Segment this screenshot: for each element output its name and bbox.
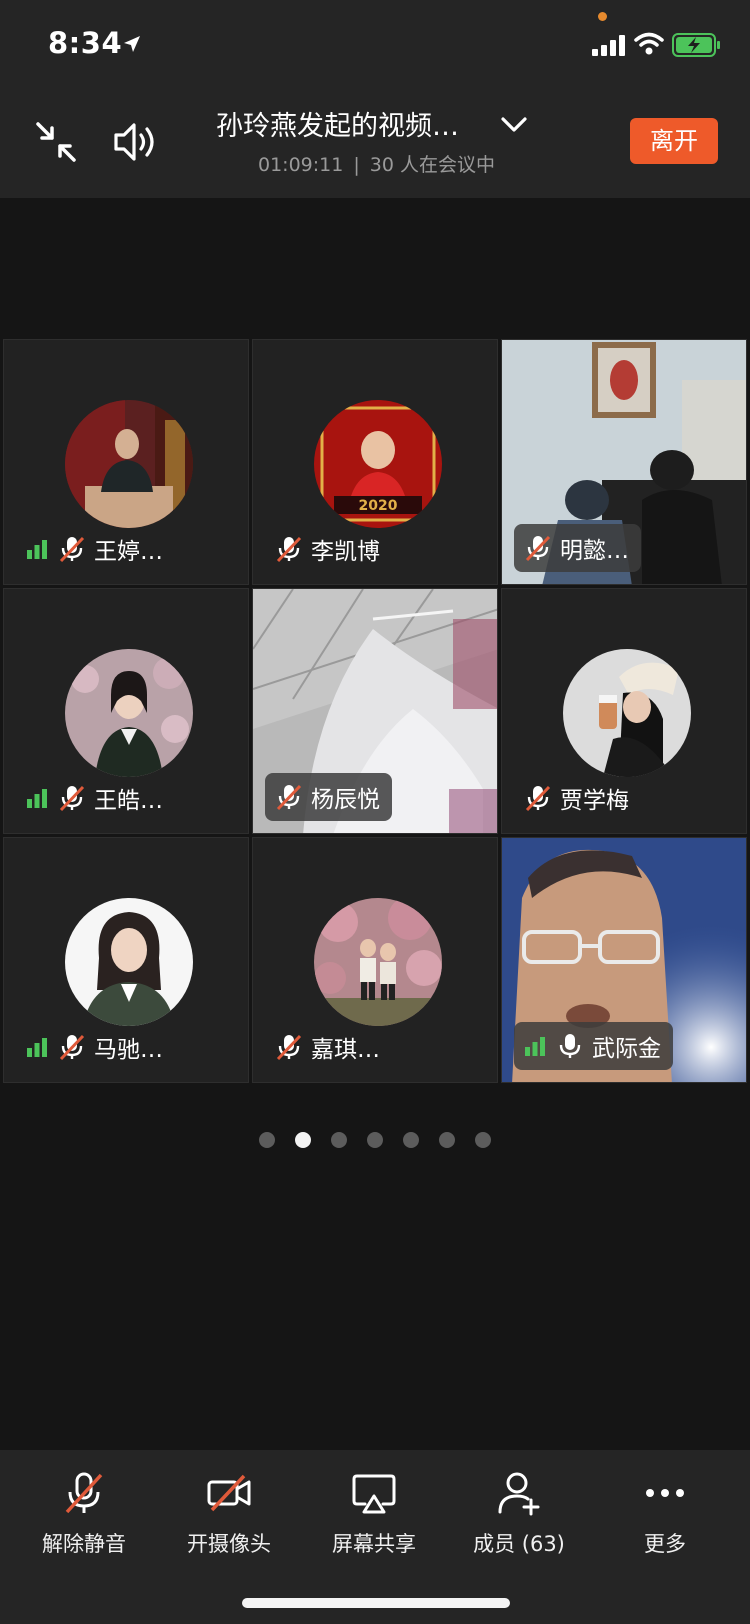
page-indicator[interactable] (0, 1132, 750, 1152)
participant-video-tile[interactable]: 杨辰悦 (252, 588, 498, 834)
page-dot[interactable] (403, 1132, 419, 1148)
mic-muted-icon (65, 1472, 103, 1514)
screen-share-button[interactable]: 屏幕共享 (309, 1470, 439, 1580)
speaker-icon[interactable] (112, 120, 160, 164)
participant-name-plate: 马驰… (26, 1032, 163, 1063)
participant-avatar (65, 400, 193, 528)
page-dot[interactable] (439, 1132, 455, 1148)
svg-text:2020: 2020 (359, 498, 398, 514)
page-dot[interactable] (475, 1132, 491, 1148)
participant-avatar (563, 649, 691, 777)
mic-muted-icon (276, 536, 302, 563)
participant-name-plate: 杨辰悦 (265, 773, 392, 821)
participant-video-tile[interactable]: 明懿… (501, 339, 747, 585)
more-button[interactable]: 更多 (600, 1470, 730, 1580)
screen-share-icon (352, 1474, 396, 1514)
participant-name: 李凯博 (311, 539, 380, 565)
participant-avatar (65, 649, 193, 777)
participant-name-plate: 明懿… (514, 524, 641, 572)
status-bar: 8:34 (0, 0, 750, 92)
members-button[interactable]: 成员 (63) (454, 1470, 584, 1580)
add-member-icon (498, 1472, 540, 1516)
page-dot[interactable] (295, 1132, 311, 1148)
participant-tile[interactable]: 王皓… (3, 588, 249, 834)
participant-name: 贾学梅 (560, 788, 629, 814)
participant-name: 武际金 (592, 1036, 661, 1062)
mic-muted-icon (525, 535, 551, 562)
meeting-header: 孙玲燕发起的视频… 01:09:11 | 30 人在会议中 离开 (0, 92, 750, 198)
mic-muted-icon (276, 784, 302, 811)
signal-strength-icon (525, 1037, 545, 1056)
start-camera-button[interactable]: 开摄像头 (164, 1470, 294, 1580)
participant-name: 杨辰悦 (311, 787, 380, 813)
battery-charging-icon (672, 33, 720, 57)
unmute-button[interactable]: 解除静音 (19, 1470, 149, 1580)
video-grid: 王婷… 2020 李凯博 明懿… 王皓… 杨辰悦 贾学梅 马驰… 嘉琪… 武际金 (0, 336, 750, 1086)
more-dots-icon (646, 1489, 684, 1497)
participant-name: 嘉琪… (311, 1037, 380, 1063)
participant-name-plate: 武际金 (514, 1022, 673, 1070)
participant-video-tile[interactable]: 武际金 (501, 837, 747, 1083)
status-time: 8:34 (48, 26, 123, 60)
mic-muted-icon (59, 536, 85, 563)
meeting-subtitle: 01:09:11 | 30 人在会议中 (258, 150, 495, 177)
chevron-down-icon[interactable] (500, 112, 528, 136)
subtitle-separator: | (353, 154, 360, 176)
mic-muted-icon (525, 785, 551, 812)
mic-icon (559, 1034, 581, 1058)
participant-avatar (314, 898, 442, 1026)
participant-tile[interactable]: 2020 李凯博 (252, 339, 498, 585)
participant-name-plate: 李凯博 (275, 534, 380, 565)
participant-name-plate: 嘉琪… (275, 1032, 380, 1063)
participant-tile[interactable]: 王婷… (3, 339, 249, 585)
cellular-signal-icon (592, 35, 625, 56)
start-camera-label: 开摄像头 (187, 1532, 271, 1556)
location-arrow-icon (124, 36, 140, 52)
participant-avatar (65, 898, 193, 1026)
participant-tile[interactable]: 马驰… (3, 837, 249, 1083)
signal-strength-icon (27, 789, 47, 808)
home-indicator (242, 1598, 510, 1608)
camera-off-icon (207, 1474, 251, 1512)
meeting-title[interactable]: 孙玲燕发起的视频… (216, 104, 478, 143)
participant-name: 马驰… (94, 1037, 163, 1063)
page-dot[interactable] (367, 1132, 383, 1148)
participant-name-plate: 贾学梅 (524, 783, 629, 814)
members-label: 成员 (63) (473, 1532, 565, 1556)
privacy-indicator-dot (598, 12, 607, 21)
signal-strength-icon (27, 540, 47, 559)
more-label: 更多 (644, 1532, 686, 1556)
participant-name: 明懿… (560, 538, 629, 564)
mic-muted-icon (59, 785, 85, 812)
screen-share-label: 屏幕共享 (332, 1532, 416, 1556)
participant-count: 30 人在会议中 (369, 154, 495, 176)
mic-muted-icon (276, 1034, 302, 1061)
leave-button[interactable]: 离开 (630, 118, 718, 164)
participant-avatar: 2020 (314, 400, 442, 528)
participant-name-plate: 王皓… (26, 783, 163, 814)
unmute-label: 解除静音 (42, 1532, 126, 1556)
participant-name-plate: 王婷… (26, 534, 163, 565)
participant-tile[interactable]: 贾学梅 (501, 588, 747, 834)
wifi-icon (634, 32, 664, 55)
mic-muted-icon (59, 1034, 85, 1061)
minimize-window-icon[interactable] (34, 120, 78, 164)
page-dot[interactable] (259, 1132, 275, 1148)
signal-strength-icon (27, 1038, 47, 1057)
participant-name: 王皓… (94, 788, 163, 814)
participant-name: 王婷… (94, 539, 163, 565)
page-dot[interactable] (331, 1132, 347, 1148)
participant-tile[interactable]: 嘉琪… (252, 837, 498, 1083)
meeting-duration: 01:09:11 (258, 154, 344, 176)
